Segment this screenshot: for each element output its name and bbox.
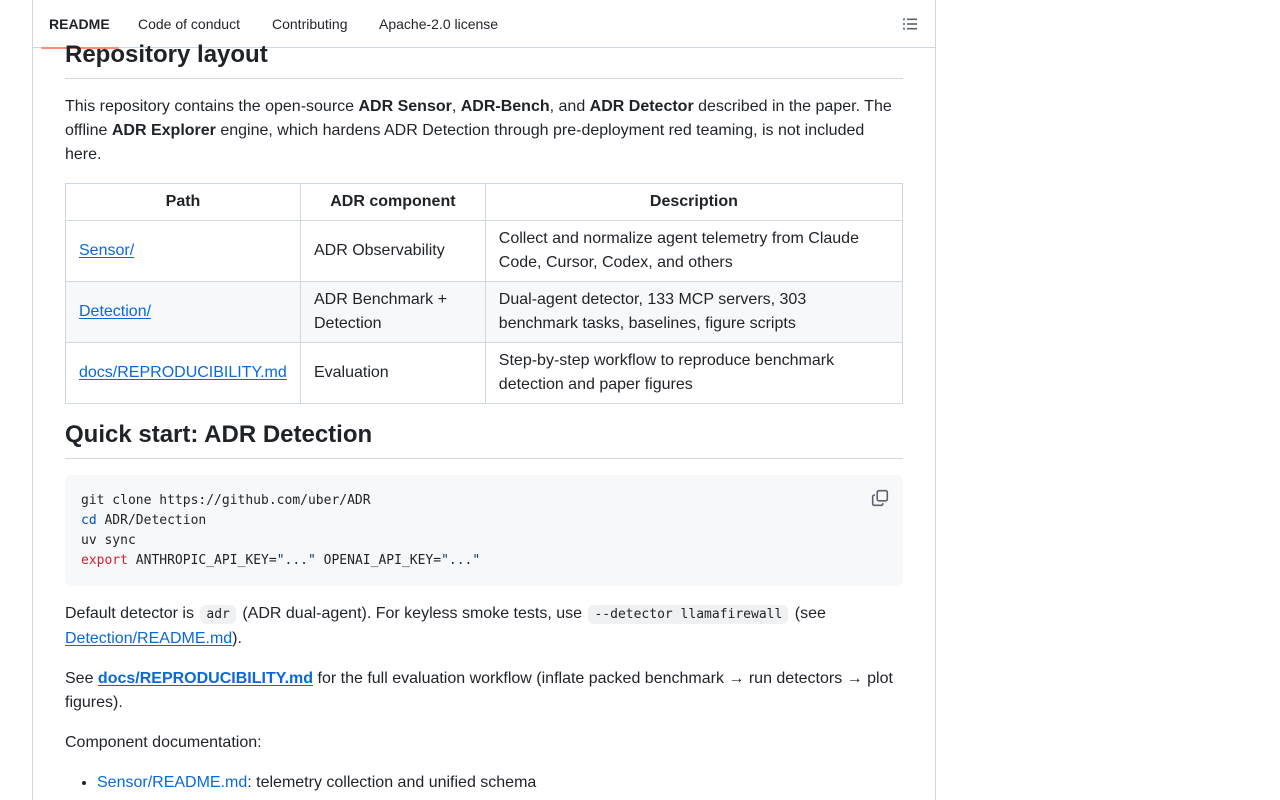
intro-paragraph: This repository contains the open-source…	[65, 98, 892, 163]
reproducibility-doc-link[interactable]: docs/REPRODUCIBILITY.md	[98, 670, 313, 687]
table-row: docs/REPRODUCIBILITY.md Evaluation Step-…	[65, 342, 904, 404]
layout-table: Path ADR component Description Sensor/ A…	[65, 183, 904, 404]
readme-panel: README Code of conduct Contributing Apac…	[32, 0, 936, 800]
table-cell-path: Detection/	[65, 281, 301, 343]
arrow-right-icon: →	[846, 670, 863, 687]
sensor-link[interactable]: Sensor/	[79, 242, 134, 259]
table-row: Detection/ ADR Benchmark + Detection Dua…	[65, 281, 904, 343]
table-cell-path: Sensor/	[65, 220, 301, 282]
table-header-path: Path	[65, 183, 301, 221]
table-header-component: ADR component	[299, 183, 486, 221]
list-unordered-icon	[903, 18, 917, 30]
heading-quick-start: Quick start: ADR Detection	[65, 420, 903, 459]
arrow-right-icon: →	[728, 670, 745, 687]
outline-button[interactable]	[899, 14, 921, 34]
table-cell-component: ADR Observability	[299, 220, 486, 282]
component-docs-list: Sensor/README.md: telemetry collection a…	[65, 771, 903, 795]
table-cell-description: Dual-agent detector, 133 MCP servers, 30…	[484, 281, 904, 343]
code-content[interactable]: git clone https://github.com/uber/ADR cd…	[81, 491, 887, 571]
reproducibility-link[interactable]: docs/REPRODUCIBILITY.md	[79, 364, 287, 381]
table-row: Sensor/ ADR Observability Collect and no…	[65, 220, 904, 282]
readme-content: Repository layout This repository contai…	[65, 40, 904, 795]
list-item: Sensor/README.md: telemetry collection a…	[97, 771, 903, 795]
copy-button[interactable]	[871, 489, 889, 507]
table-header-description: Description	[484, 183, 904, 221]
detection-link[interactable]: Detection/	[79, 303, 151, 320]
default-detector-paragraph: Default detector is adr (ADR dual-agent)…	[65, 605, 826, 647]
sensor-readme-link[interactable]: Sensor/README.md	[97, 774, 247, 791]
heading-repository-layout: Repository layout	[65, 40, 903, 79]
table-cell-component: ADR Benchmark + Detection	[299, 281, 486, 343]
detection-readme-link[interactable]: Detection/README.md	[65, 630, 232, 647]
code-block: git clone https://github.com/uber/ADR cd…	[65, 475, 903, 586]
table-cell-description: Collect and normalize agent telemetry fr…	[484, 220, 904, 282]
component-docs-label: Component documentation:	[65, 734, 262, 751]
table-cell-description: Step-by-step workflow to reproduce bench…	[484, 342, 904, 404]
see-reproducibility-paragraph: See docs/REPRODUCIBILITY.md for the full…	[65, 670, 893, 711]
copy-icon	[871, 489, 889, 507]
table-cell-path: docs/REPRODUCIBILITY.md	[65, 342, 301, 404]
table-cell-component: Evaluation	[299, 342, 486, 404]
